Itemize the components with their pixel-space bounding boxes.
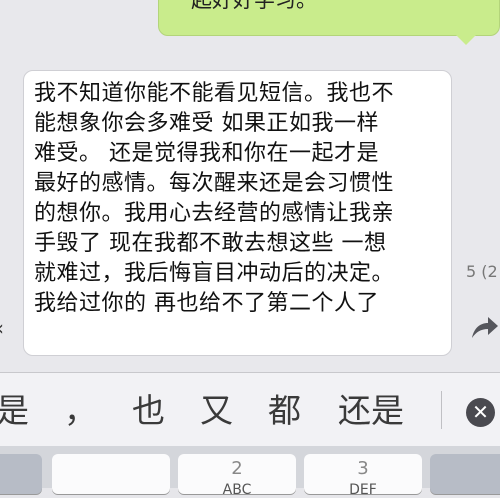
candidate-word[interactable]: 又 <box>200 391 233 431</box>
candidate-word[interactable]: 还是 <box>338 391 404 431</box>
message-line: 我给过你的 再也给不了第二个人了 <box>34 291 379 316</box>
chat-area[interactable]: 一起好好学习。 ‹ 我不知道你能不能看见短信。我也不 能想象你会多难受 如果正如… <box>0 0 500 372</box>
message-line: 最好的感情。每次醒来还是会习惯性 <box>34 171 395 196</box>
keyboard-key[interactable] <box>430 454 500 494</box>
sent-bubble-tail <box>456 35 476 45</box>
received-message-bubble[interactable]: 我不知道你能不能看见短信。我也不 能想象你会多难受 如果正如我一样 难受。 还是… <box>23 70 452 356</box>
keyboard-key[interactable] <box>52 454 170 494</box>
message-line: 我不知道你能不能看见短信。我也不 <box>34 81 395 106</box>
candidate-word[interactable]: 都 <box>268 391 301 431</box>
keyboard: 2 ABC 3 DEF <box>0 446 500 498</box>
message-line: 手毁了 现在我都不敢去想这些 一想 <box>34 231 387 256</box>
forward-arrow-icon[interactable] <box>468 312 500 342</box>
candidate-word[interactable]: 是 <box>0 391 29 431</box>
left-caret-icon: ‹ <box>0 316 4 340</box>
received-message-text: 我不知道你能不能看见短信。我也不 能想象你会多难受 如果正如我一样 难受。 还是… <box>34 79 441 319</box>
keyboard-key-2[interactable]: 2 ABC <box>178 454 296 498</box>
sent-message-text: 一起好好学习。 <box>170 0 317 12</box>
candidate-word[interactable]: ， <box>64 391 97 431</box>
keyboard-key-3[interactable]: 3 DEF <box>304 454 422 498</box>
keyboard-key[interactable] <box>0 454 42 494</box>
message-line: 就难过，我后悔盲目冲动后的决定。 <box>34 261 395 286</box>
message-timestamp: 5 (2 <box>466 262 498 281</box>
candidate-divider <box>441 391 442 429</box>
message-line: 的想你。我用心去经营的感情让我亲 <box>34 201 395 226</box>
candidate-bar: 是 ， 也 又 都 还是 ✕ <box>0 372 500 446</box>
message-line: 能想象你会多难受 如果正如我一样 <box>34 111 379 136</box>
message-line: 难受。 还是觉得我和你在一起才是 <box>34 141 379 166</box>
candidate-word[interactable]: 也 <box>132 391 165 431</box>
delete-icon[interactable]: ✕ <box>466 398 495 427</box>
